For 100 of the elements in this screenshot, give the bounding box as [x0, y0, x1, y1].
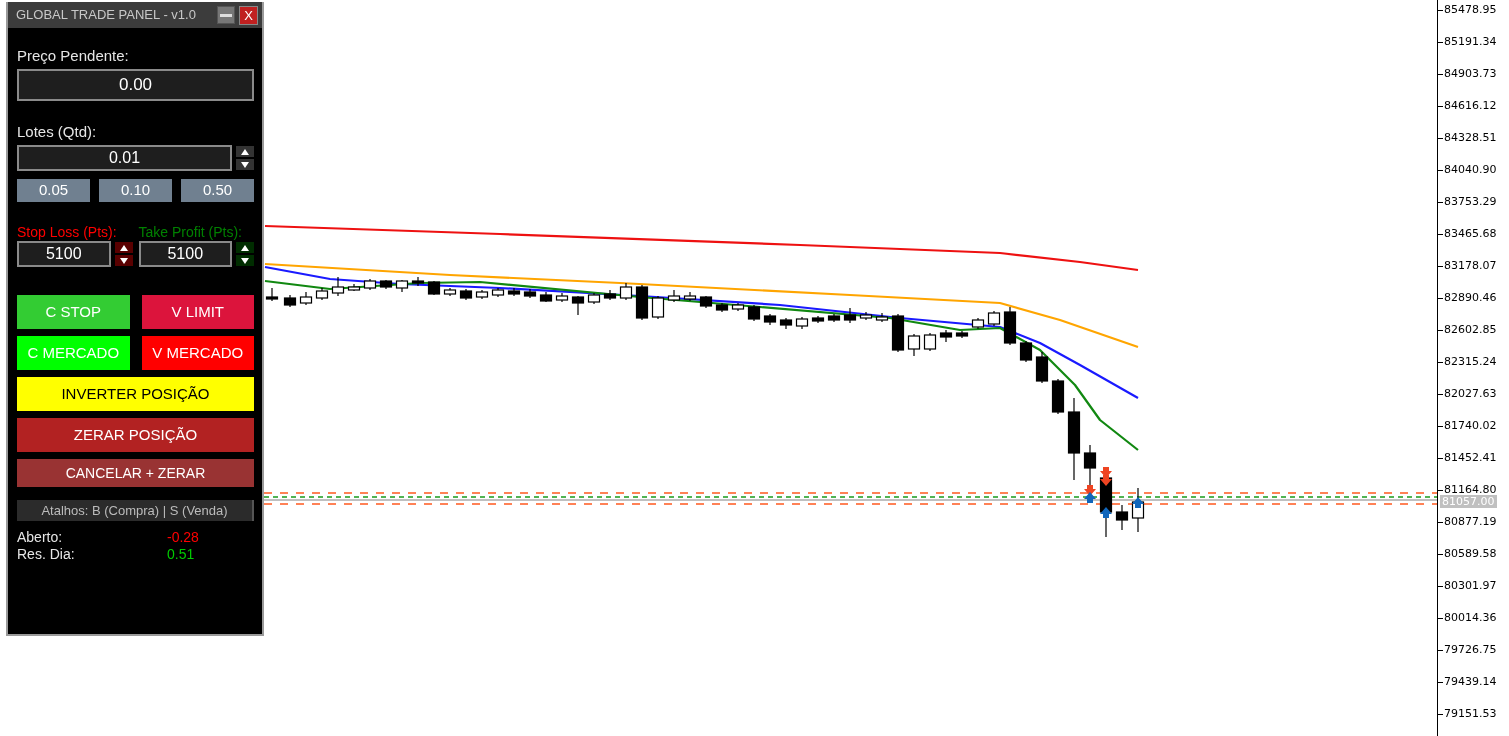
up-arrow-icon	[119, 244, 128, 251]
axis-label: 83753.29	[1444, 193, 1497, 210]
candlestick	[1019, 340, 1033, 363]
preset-button[interactable]: 0.10	[99, 179, 172, 202]
decrement-button[interactable]	[236, 159, 254, 170]
candlestick	[619, 282, 633, 301]
increment-button[interactable]	[236, 242, 254, 253]
window-title: GLOBAL TRADE PANEL - v1.0	[16, 6, 197, 25]
candlestick	[859, 311, 873, 321]
axis-label: 79439.14	[1444, 673, 1497, 690]
candlestick	[411, 276, 425, 287]
candlestick	[555, 292, 569, 303]
candlestick	[283, 294, 297, 308]
candlestick	[779, 317, 793, 330]
axis-label: 82890.46	[1444, 289, 1497, 306]
field-label: Lotes (Qtd):	[17, 123, 98, 141]
stat-label: Res. Dia:	[17, 546, 76, 563]
axis-label: 80877.19	[1444, 513, 1497, 530]
sell-arrow-icon	[1100, 467, 1112, 478]
minimize-icon	[220, 13, 232, 17]
down-arrow-icon	[241, 161, 249, 168]
candlestick	[347, 283, 361, 292]
candlestick	[427, 280, 441, 296]
candlestick	[987, 310, 1001, 327]
candlestick	[1051, 378, 1065, 415]
up-arrow-icon	[241, 244, 249, 251]
candlestick	[299, 291, 313, 306]
candlestick	[635, 284, 649, 321]
action-button[interactable]: ZERAR POSIÇÃO	[17, 418, 254, 452]
candlestick	[587, 292, 601, 305]
decrement-button[interactable]	[236, 255, 254, 266]
axis-label: 82027.63	[1444, 385, 1497, 402]
candlestick	[379, 279, 393, 290]
candlestick	[571, 295, 585, 316]
axis-label: 83465.68	[1444, 225, 1497, 242]
action-button[interactable]: INVERTER POSIÇÃO	[17, 377, 254, 411]
axis-label: 84328.51	[1444, 129, 1497, 146]
candlestick	[1035, 351, 1049, 384]
candlestick	[715, 302, 729, 313]
candlestick	[923, 332, 937, 352]
lots-field[interactable]: 0.01	[17, 145, 232, 171]
candlestick	[699, 295, 713, 309]
price-field[interactable]: 0.00	[17, 69, 254, 101]
axis-label: 84040.90	[1444, 161, 1497, 178]
axis-label: 81740.02	[1444, 417, 1497, 434]
candlestick	[491, 287, 505, 298]
take-profit-field[interactable]: 5100	[138, 241, 232, 267]
candlestick	[763, 313, 777, 326]
stat-value: -0.28	[167, 529, 199, 546]
down-arrow-icon	[241, 257, 249, 264]
preset-button[interactable]: 0.50	[181, 179, 254, 202]
preset-button[interactable]: 0.05	[17, 179, 90, 202]
up-arrow-icon	[241, 148, 249, 155]
candlestick	[1115, 504, 1129, 531]
action-button[interactable]: CANCELAR + ZERAR	[17, 459, 254, 487]
candlestick	[1003, 306, 1017, 346]
candlestick	[731, 302, 745, 312]
candlestick	[747, 304, 761, 322]
stop-loss-field[interactable]: 5100	[17, 241, 111, 267]
axis-label: 84616.12	[1444, 97, 1497, 114]
buy-arrow-icon	[1084, 492, 1096, 503]
minimize-button[interactable]	[217, 6, 235, 24]
field-label: Preço Pendente:	[17, 47, 130, 65]
axis-label: 79726.75	[1444, 641, 1497, 658]
candlestick	[459, 288, 473, 301]
candlestick	[395, 279, 409, 293]
axis-label: 85191.34	[1444, 33, 1497, 50]
candlestick	[907, 333, 921, 357]
axis-label: 82315.24	[1444, 353, 1497, 370]
sell-arrow-icon	[1084, 485, 1096, 496]
order-button[interactable]: V MERCADO	[141, 336, 254, 370]
candlestick	[363, 278, 377, 291]
increment-button[interactable]	[236, 146, 254, 157]
close-button[interactable]: X	[239, 5, 258, 25]
candlestick	[523, 288, 537, 299]
down-arrow-icon	[119, 257, 128, 264]
candlestick	[331, 276, 345, 297]
candlestick	[651, 295, 665, 320]
decrement-button[interactable]	[114, 255, 133, 266]
candlestick	[875, 312, 889, 323]
candlestick	[683, 291, 697, 302]
order-button[interactable]: V LIMIT	[141, 295, 254, 329]
candlestick	[1083, 444, 1097, 486]
candlestick	[315, 287, 329, 301]
axis-label: 80014.36	[1444, 609, 1497, 626]
axis-label: 85478.95	[1444, 1, 1497, 18]
buy-arrow-icon	[1100, 507, 1112, 518]
stat-label: Aberto:	[17, 529, 64, 546]
axis-label: 82602.85	[1444, 321, 1497, 338]
candlestick	[603, 289, 617, 301]
sell-arrow-icon	[1100, 475, 1112, 486]
current-price-label: 81057.00	[1440, 495, 1497, 508]
candlestick	[939, 329, 953, 343]
candlestick	[827, 313, 841, 323]
increment-button[interactable]	[114, 242, 133, 253]
candlestick	[507, 287, 521, 297]
axis-label: 81452.41	[1444, 449, 1497, 466]
candlestick	[443, 287, 457, 297]
axis-label: 79151.53	[1444, 705, 1497, 722]
candlestick	[811, 315, 825, 324]
